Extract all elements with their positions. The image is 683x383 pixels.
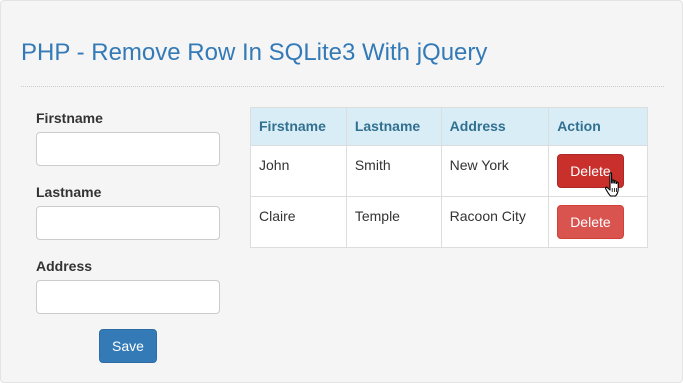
address-label: Address (36, 258, 93, 274)
header-address: Address (440, 107, 550, 146)
cell-lastname: Smith (345, 145, 442, 197)
page-panel: PHP - Remove Row In SQLite3 With jQuery … (0, 0, 683, 383)
table-header-row: Firstname Lastname Address Action (250, 107, 648, 146)
members-table: Firstname Lastname Address Action John S… (250, 107, 648, 248)
address-input[interactable] (36, 280, 220, 314)
lastname-label: Lastname (36, 184, 102, 200)
table-row: Claire Temple Racoon City Delete (250, 196, 648, 248)
header-firstname: Firstname (250, 107, 347, 146)
delete-button[interactable]: Delete (557, 205, 624, 239)
header-action: Action (548, 107, 648, 146)
cell-address: Racoon City (440, 196, 550, 248)
cell-address: New York (440, 145, 550, 197)
header-lastname: Lastname (345, 107, 442, 146)
page-title: PHP - Remove Row In SQLite3 With jQuery (21, 39, 488, 66)
table-row: John Smith New York Delete (250, 145, 648, 197)
firstname-label: Firstname (36, 110, 103, 126)
title-divider (21, 86, 664, 87)
hand-pointer-icon (605, 172, 619, 197)
cell-firstname: Claire (250, 196, 347, 248)
firstname-input[interactable] (36, 132, 220, 166)
save-button[interactable]: Save (99, 329, 157, 363)
cell-firstname: John (250, 145, 347, 197)
cell-action: Delete (548, 145, 648, 197)
cell-action: Delete (548, 196, 648, 248)
lastname-input[interactable] (36, 206, 220, 240)
cell-lastname: Temple (345, 196, 442, 248)
